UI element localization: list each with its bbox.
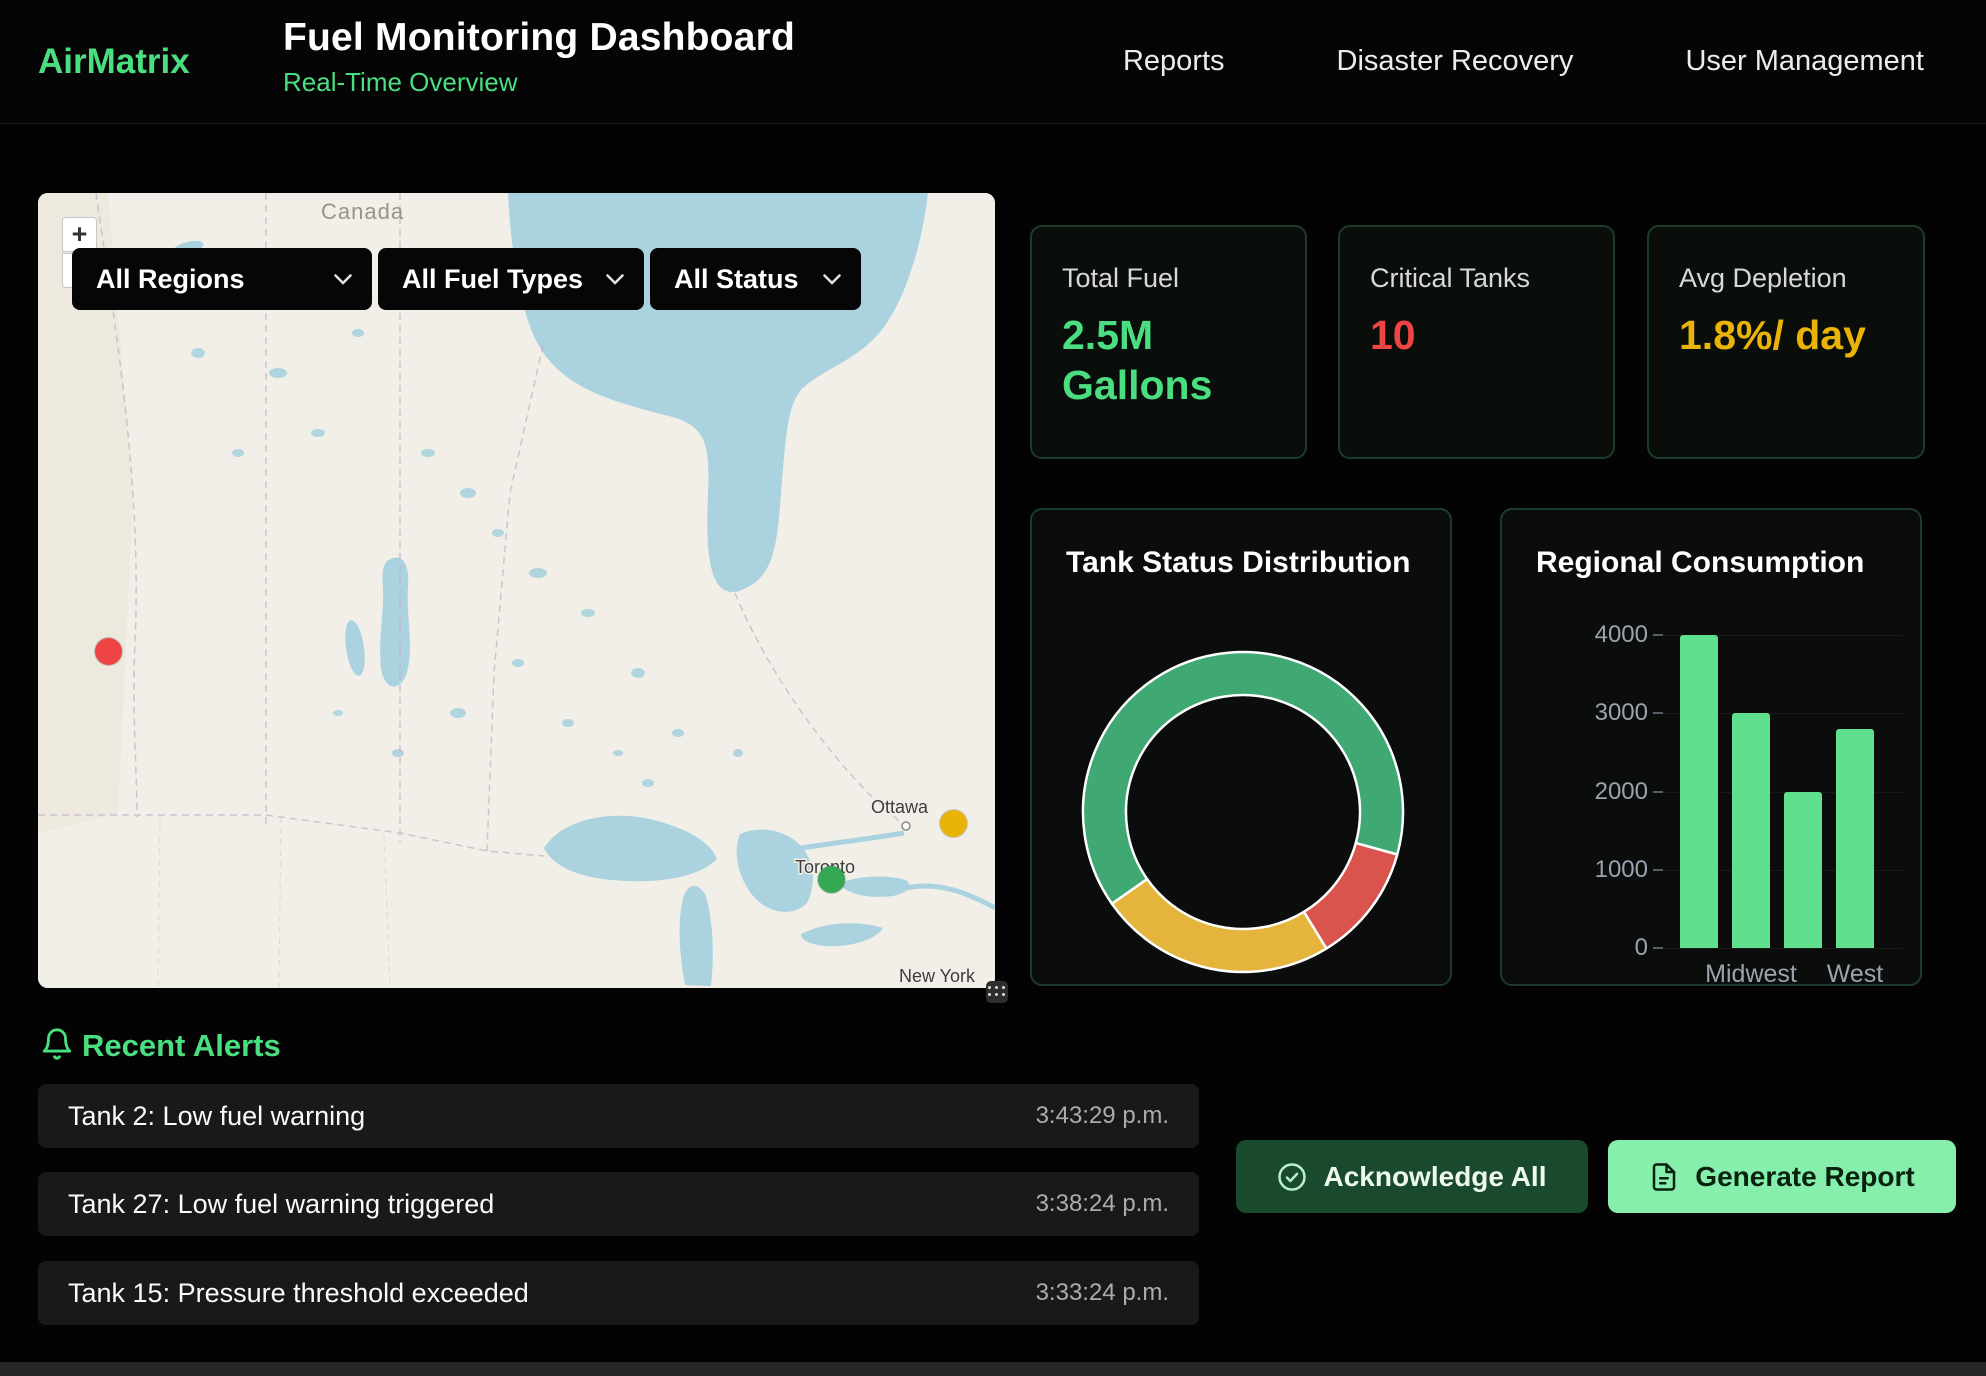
tank-status-distribution-card: Tank Status Distribution (1030, 508, 1452, 986)
tank-marker-normal[interactable] (818, 866, 845, 893)
generate-report-label: Generate Report (1695, 1161, 1914, 1193)
stat-card-critical-tanks: Critical Tanks 10 (1338, 225, 1615, 459)
title-block: Fuel Monitoring Dashboard Real-Time Over… (283, 16, 795, 98)
alert-message: Tank 15: Pressure threshold exceeded (68, 1278, 529, 1309)
region-filter-select[interactable]: All Regions (72, 248, 372, 310)
consumption-bar (1784, 792, 1822, 949)
map-resize-handle[interactable] (986, 981, 1008, 1003)
app-logo[interactable]: AirMatrix (38, 42, 190, 82)
chevron-down-icon (334, 274, 352, 285)
y-axis-tick-mark (1653, 712, 1663, 714)
alert-message: Tank 2: Low fuel warning (68, 1101, 365, 1132)
region-filter-value: All Regions (96, 264, 245, 295)
map-filter-bar: All Regions All Fuel Types All Status (72, 248, 861, 310)
recent-alerts-heading: Recent Alerts (82, 1028, 281, 1064)
acknowledge-all-label: Acknowledge All (1323, 1161, 1546, 1193)
stat-label: Avg Depletion (1679, 263, 1893, 294)
fuel-map[interactable]: Canada Ottawa Toronto New York + − All R… (38, 193, 995, 988)
document-icon (1649, 1162, 1679, 1192)
lake-winnipeg (380, 557, 410, 686)
chevron-down-icon (606, 274, 624, 285)
bell-icon (40, 1027, 74, 1061)
regional-consumption-bar-chart: 01000200030004000MidwestWest (1502, 622, 1922, 986)
page-title: Fuel Monitoring Dashboard (283, 16, 795, 60)
tank-marker-critical[interactable] (95, 638, 122, 665)
stat-value-critical-tanks: 10 (1370, 310, 1583, 360)
tank-status-donut-chart (1032, 510, 1452, 986)
stat-card-avg-depletion: Avg Depletion 1.8%/ day (1647, 225, 1925, 459)
page-subtitle: Real-Time Overview (283, 67, 795, 98)
nav-user-management[interactable]: User Management (1685, 45, 1924, 78)
app-header: AirMatrix Fuel Monitoring Dashboard Real… (0, 0, 1986, 124)
gridline (1663, 948, 1903, 949)
alert-row[interactable]: Tank 2: Low fuel warning 3:43:29 p.m. (38, 1084, 1199, 1148)
alert-time: 3:33:24 p.m. (1036, 1279, 1169, 1307)
stat-value-total-fuel: 2.5M Gallons (1062, 310, 1275, 410)
y-axis-tick-mark (1653, 869, 1663, 871)
stat-card-total-fuel: Total Fuel 2.5M Gallons (1030, 225, 1307, 459)
y-axis-tick-label: 4000 (1502, 620, 1648, 650)
y-axis-tick-label: 3000 (1502, 698, 1648, 728)
donut-slice-yellow-segment (1112, 879, 1326, 972)
stat-value-avg-depletion: 1.8%/ day (1679, 310, 1893, 360)
fuel-monitoring-dashboard: AirMatrix Fuel Monitoring Dashboard Real… (0, 0, 1986, 1376)
alert-row[interactable]: Tank 27: Low fuel warning triggered 3:38… (38, 1172, 1199, 1236)
x-axis-tick-label: West (1775, 960, 1922, 986)
map-canvas: Canada Ottawa Toronto New York (38, 193, 995, 988)
bottom-partial-row (0, 1362, 1986, 1376)
alert-message: Tank 27: Low fuel warning triggered (68, 1189, 494, 1220)
map-label-ottawa: Ottawa (871, 797, 929, 817)
consumption-bar (1836, 729, 1874, 948)
generate-report-button[interactable]: Generate Report (1608, 1140, 1956, 1213)
fuel-type-filter-select[interactable]: All Fuel Types (378, 248, 644, 310)
chevron-down-icon (823, 274, 841, 285)
y-axis-tick-mark (1653, 947, 1663, 949)
main-nav: Reports Disaster Recovery User Managemen… (1123, 0, 1924, 123)
y-axis-tick-label: 2000 (1502, 777, 1648, 807)
stat-label: Total Fuel (1062, 263, 1275, 294)
map-zoom-in-button[interactable]: + (62, 217, 97, 252)
map-label-new-york: New York (899, 966, 976, 986)
y-axis-tick-label: 0 (1502, 933, 1648, 963)
nav-disaster-recovery[interactable]: Disaster Recovery (1337, 45, 1574, 78)
alert-row[interactable]: Tank 15: Pressure threshold exceeded 3:3… (38, 1261, 1199, 1325)
y-axis-tick-mark (1653, 791, 1663, 793)
y-axis-tick-mark (1653, 634, 1663, 636)
consumption-bar (1680, 635, 1718, 948)
ottawa-city-dot (902, 822, 910, 830)
consumption-bar (1732, 713, 1770, 948)
acknowledge-all-button[interactable]: Acknowledge All (1236, 1140, 1588, 1213)
y-axis-tick-label: 1000 (1502, 855, 1648, 885)
status-filter-value: All Status (674, 264, 799, 295)
status-filter-select[interactable]: All Status (650, 248, 861, 310)
map-label-canada: Canada (321, 199, 404, 224)
tank-marker-warning[interactable] (940, 810, 967, 837)
stat-label: Critical Tanks (1370, 263, 1583, 294)
check-circle-icon (1277, 1162, 1307, 1192)
alert-time: 3:38:24 p.m. (1036, 1190, 1169, 1218)
fuel-type-filter-value: All Fuel Types (402, 264, 583, 295)
nav-reports[interactable]: Reports (1123, 45, 1225, 78)
regional-consumption-card: Regional Consumption 01000200030004000Mi… (1500, 508, 1922, 986)
bar-chart-title: Regional Consumption (1502, 510, 1920, 580)
alert-time: 3:43:29 p.m. (1036, 1102, 1169, 1130)
